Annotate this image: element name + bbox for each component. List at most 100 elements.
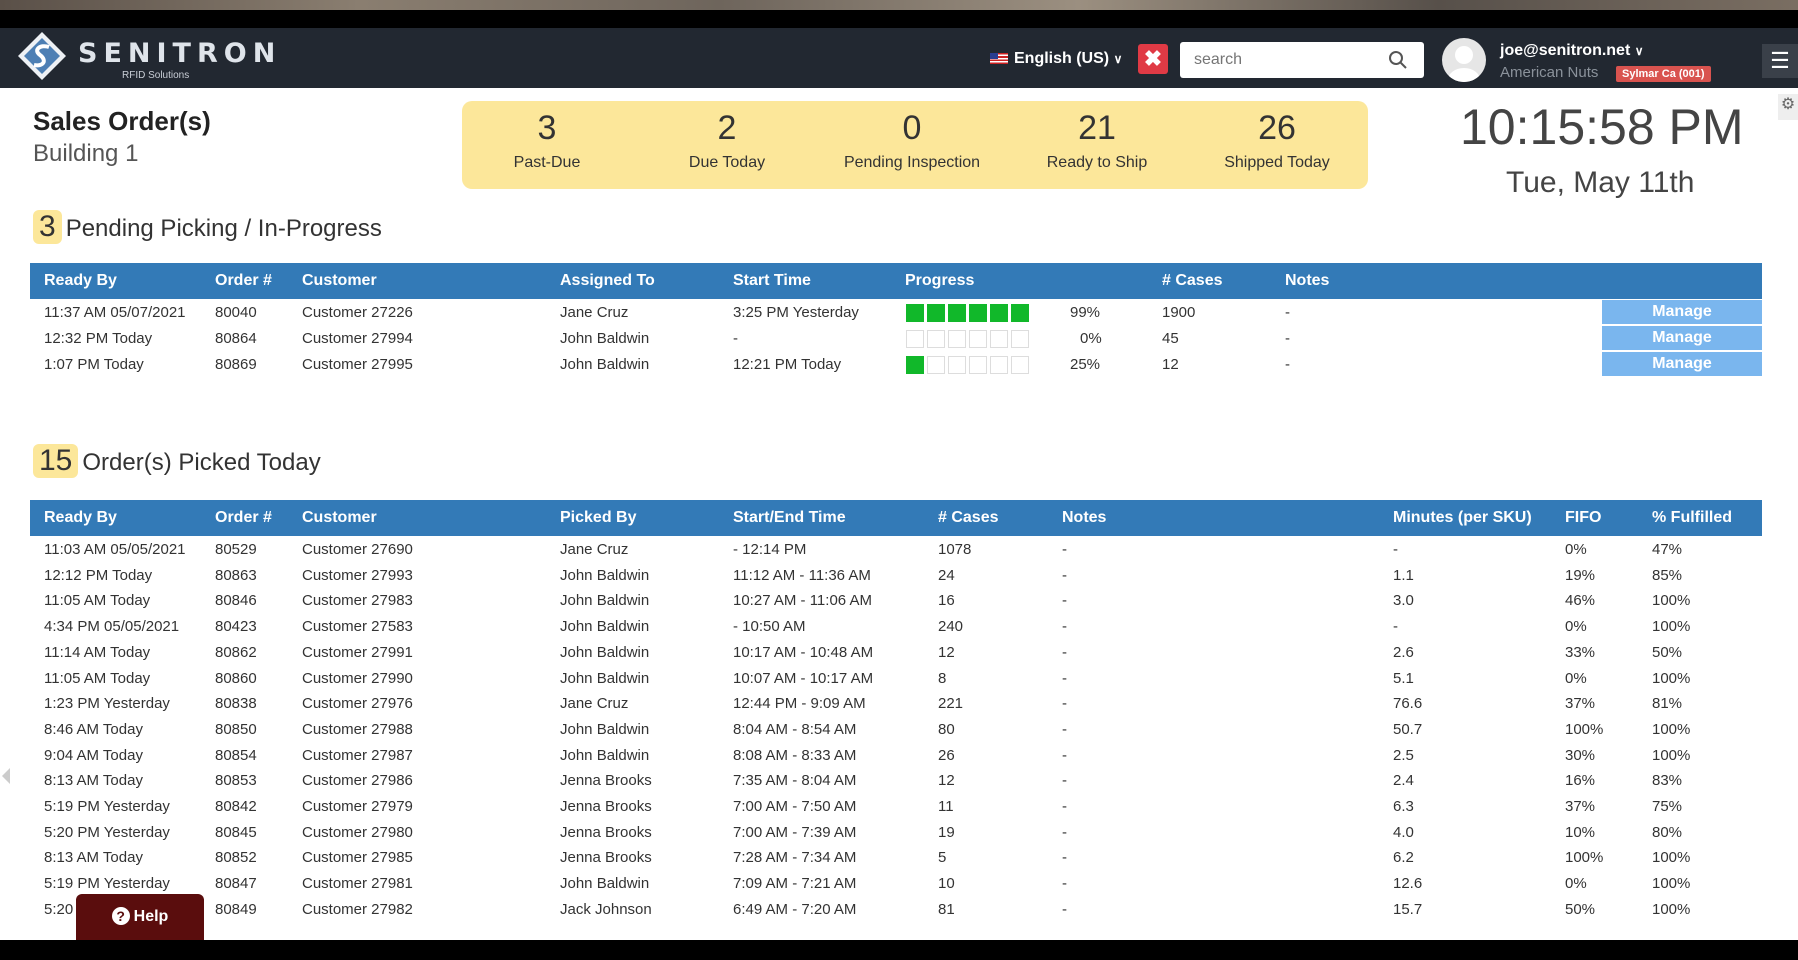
cell-progress-pct: 25% xyxy=(1070,356,1101,373)
cell-cases: 16 xyxy=(938,592,955,610)
stat-due-today[interactable]: 2 Due Today xyxy=(642,109,812,172)
col-order[interactable]: Order # xyxy=(215,272,272,290)
pending-section-heading: 3 Pending Picking / In-Progress xyxy=(33,210,382,244)
table-row[interactable]: 9:04 AM Today 80854 Customer 27987 John Bal… xyxy=(30,743,1762,768)
col-fifo[interactable]: FIFO xyxy=(1565,509,1601,527)
search-input[interactable] xyxy=(1192,42,1376,78)
cell-fifo: 19% xyxy=(1565,566,1596,584)
cell-customer: Customer 27993 xyxy=(302,566,413,584)
col-cases[interactable]: # Cases xyxy=(1162,272,1223,290)
col-minutes-per-sku[interactable]: Minutes (per SKU) xyxy=(1393,509,1532,527)
cell-order: 80862 xyxy=(215,643,257,661)
cell-picked-by: John Baldwin xyxy=(560,592,650,610)
progress-block xyxy=(927,356,945,374)
col-start-end-time[interactable]: Start/End Time xyxy=(733,509,846,527)
cell-fifo: 30% xyxy=(1565,746,1596,764)
table-row[interactable]: 5:19 PM Yesterday 80842 Customer 27979 Jenn… xyxy=(30,794,1762,819)
cell-order: 80854 xyxy=(215,746,257,764)
stat-shipped-today[interactable]: 26 Shipped Today xyxy=(1192,109,1362,172)
cell-picked-by: Jenna Brooks xyxy=(560,772,652,790)
cell-order: 80529 xyxy=(215,541,257,558)
table-row[interactable]: 5:20 PM Yesterday 80845 Customer 27980 Jenn… xyxy=(30,820,1762,845)
col-fulfilled[interactable]: % Fulfilled xyxy=(1652,509,1732,527)
chevron-down-icon: ∨ xyxy=(1113,52,1123,66)
cell-start-time: - xyxy=(733,330,738,347)
avatar[interactable] xyxy=(1442,38,1486,82)
table-row[interactable]: 8:13 AM Today 80852 Customer 27985 Jenna Br… xyxy=(30,845,1762,870)
cell-fulfilled: 85% xyxy=(1652,566,1683,584)
gear-icon[interactable]: ⚙ xyxy=(1778,94,1798,120)
col-customer[interactable]: Customer xyxy=(302,272,377,290)
clock-time: 10:15:58 PM xyxy=(1460,99,1744,155)
table-row[interactable]: 11:37 AM 05/07/2021 80040 Customer 27226… xyxy=(30,300,1762,325)
cell-customer: Customer 27994 xyxy=(302,330,413,347)
table-row[interactable]: 11:03 AM 05/05/2021 80529 Customer 27690 Ja… xyxy=(30,537,1762,562)
language-selector[interactable]: English (US) ∨ xyxy=(990,50,1122,68)
manage-button[interactable]: Manage xyxy=(1602,300,1762,324)
cell-cases: 11 xyxy=(938,798,954,815)
progress-block xyxy=(948,356,966,374)
table-row[interactable]: 5:19 PM Yesterday 80847 Customer 27981 John… xyxy=(30,871,1762,896)
senitron-logo[interactable]: SENITRON RFID Solutions xyxy=(16,30,276,86)
cell-assigned-to: Jane Cruz xyxy=(560,304,629,321)
cell-start-end-time: 6:49 AM - 7:20 AM xyxy=(733,900,857,918)
table-row[interactable]: 11:05 AM Today 80860 Customer 27990 John Ba… xyxy=(30,666,1762,691)
col-start-time[interactable]: Start Time xyxy=(733,272,811,290)
table-row[interactable]: 5:20 80849 Customer 27982 Jack Johnson 6:49 … xyxy=(30,897,1762,922)
table-row[interactable]: 12:12 PM Today 80863 Customer 27993 John Ba… xyxy=(30,563,1762,588)
picked-table-header: Ready By Order # Customer Picked By Star… xyxy=(30,500,1762,536)
col-order[interactable]: Order # xyxy=(215,509,272,527)
cell-progress-pct: 99% xyxy=(1070,304,1101,321)
hamburger-menu-icon[interactable]: ☰ xyxy=(1762,44,1798,78)
cell-notes: - xyxy=(1062,541,1067,558)
table-row[interactable]: 8:13 AM Today 80853 Customer 27986 Jenna Br… xyxy=(30,768,1762,793)
stat-label: Shipped Today xyxy=(1224,154,1330,171)
close-x-icon[interactable]: ✖ xyxy=(1138,44,1168,74)
table-row[interactable]: 1:07 PM Today 80869 Customer 27995 John … xyxy=(30,352,1762,377)
cell-customer: Customer 27979 xyxy=(302,798,413,815)
col-assigned-to[interactable]: Assigned To xyxy=(560,272,655,290)
stat-past-due[interactable]: 3 Past-Due xyxy=(462,109,632,172)
cell-fifo: 0% xyxy=(1565,875,1587,893)
stat-value: 26 xyxy=(1258,109,1296,147)
avatar-icon xyxy=(1448,46,1480,82)
cell-notes: - xyxy=(1062,695,1067,713)
cell-ready-by: 5:19 PM Yesterday xyxy=(44,798,170,815)
cell-order: 80864 xyxy=(215,330,257,347)
location-badge[interactable]: Sylmar Ca (001) xyxy=(1616,66,1711,82)
col-notes[interactable]: Notes xyxy=(1285,272,1329,290)
cell-order: 80423 xyxy=(215,618,257,636)
user-menu[interactable]: joe@senitron.net ∨ xyxy=(1500,42,1644,60)
col-ready-by[interactable]: Ready By xyxy=(44,272,117,290)
collapse-arrow-icon[interactable] xyxy=(2,768,10,784)
table-row[interactable]: 12:32 PM Today 80864 Customer 27994 John… xyxy=(30,326,1762,351)
col-picked-by[interactable]: Picked By xyxy=(560,509,636,527)
col-notes[interactable]: Notes xyxy=(1062,509,1106,527)
stat-pending-inspection[interactable]: 0 Pending Inspection xyxy=(827,109,997,172)
cell-minutes-per-sku: 2.5 xyxy=(1393,746,1414,764)
stat-ready-to-ship[interactable]: 21 Ready to Ship xyxy=(1012,109,1182,172)
cell-picked-by: Jenna Brooks xyxy=(560,798,652,815)
cell-fulfilled: 50% xyxy=(1652,643,1683,661)
manage-button[interactable]: Manage xyxy=(1602,326,1762,350)
stat-value: 3 xyxy=(537,109,557,147)
col-ready-by[interactable]: Ready By xyxy=(44,509,117,527)
cell-cases: 81 xyxy=(938,900,955,918)
manage-button[interactable]: Manage xyxy=(1602,352,1762,376)
table-row[interactable]: 1:23 PM Yesterday 80838 Customer 27976 Jane… xyxy=(30,691,1762,716)
search-icon[interactable] xyxy=(1388,50,1408,70)
cell-order: 80860 xyxy=(215,669,257,687)
col-progress[interactable]: Progress xyxy=(905,272,974,290)
col-cases[interactable]: # Cases xyxy=(938,509,999,527)
cell-fulfilled: 75% xyxy=(1652,798,1683,815)
table-row[interactable]: 8:46 AM Today 80850 Customer 27988 John Bal… xyxy=(30,717,1762,742)
progress-block xyxy=(927,304,945,322)
table-row[interactable]: 11:05 AM Today 80846 Customer 27983 John Ba… xyxy=(30,588,1762,613)
table-row[interactable]: 4:34 PM 05/05/2021 80423 Customer 27583 Joh… xyxy=(30,614,1762,639)
cell-assigned-to: John Baldwin xyxy=(560,356,650,373)
cell-notes: - xyxy=(1062,643,1067,661)
progress-block xyxy=(969,330,987,348)
table-row[interactable]: 11:14 AM Today 80862 Customer 27991 John Ba… xyxy=(30,640,1762,665)
help-button[interactable]: ? Help xyxy=(76,894,204,940)
col-customer[interactable]: Customer xyxy=(302,509,377,527)
